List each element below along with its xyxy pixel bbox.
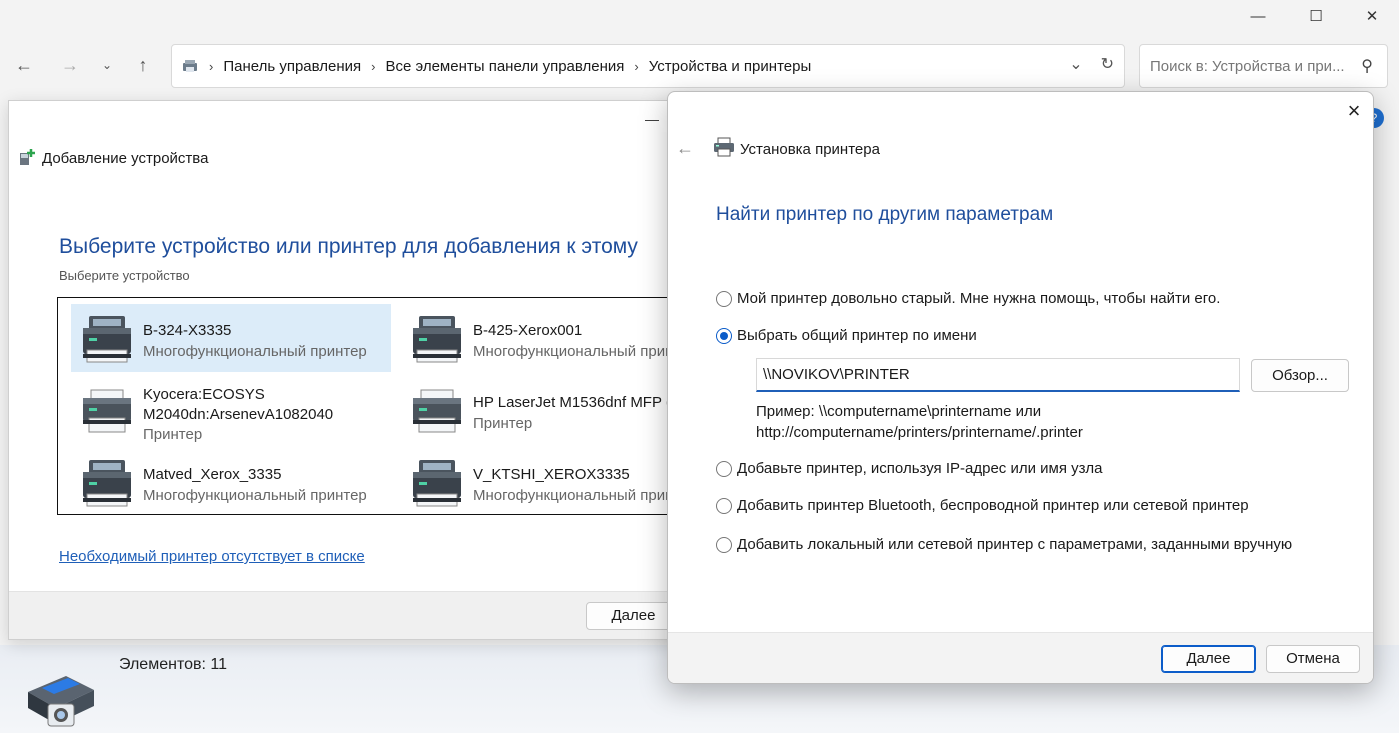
device-item[interactable]: B-425-Xerox001 Многофункциональный прин [401, 304, 687, 372]
option-old-printer[interactable]: Мой принтер довольно старый. Мне нужна п… [716, 290, 1220, 307]
device-type: Многофункциональный принтер [143, 487, 367, 504]
search-input[interactable]: Поиск в: Устройства и при... ⚲ [1139, 44, 1388, 88]
radio-button[interactable] [716, 460, 732, 477]
next-button[interactable]: Далее [1161, 645, 1256, 673]
minimize-icon[interactable]: — [1229, 0, 1287, 32]
device-type: Принтер [143, 426, 203, 443]
radio-button[interactable] [716, 536, 732, 553]
minimize-icon[interactable]: — [645, 111, 659, 127]
device-item[interactable]: HP LaserJet M1536dnf MFP (7 Принтер [401, 376, 687, 444]
device-name: Kyocera:ECOSYS [143, 386, 265, 403]
page-heading: Выберите устройство или принтер для доба… [59, 235, 638, 258]
device-list[interactable]: B-324-X3335 Многофункциональный принтер … [57, 297, 687, 516]
option-bluetooth-wireless[interactable]: Добавить принтер Bluetooth, беспроводной… [716, 497, 1249, 514]
example-line: http://computername/printers/printername… [756, 424, 1083, 441]
search-placeholder: Поиск в: Устройства и при... [1150, 57, 1345, 75]
example-text: Пример: \\computername\printername или h… [756, 401, 1083, 443]
option-label: Выбрать общий принтер по имени [737, 327, 977, 344]
dialog-footer: Далее Отмена [668, 632, 1373, 683]
dialog-footer: Далее [9, 591, 687, 639]
option-ip-address[interactable]: Добавьте принтер, используя IP-адрес или… [716, 460, 1102, 477]
refresh-icon[interactable]: ↻ [1101, 54, 1114, 74]
add-device-icon [19, 148, 37, 166]
up-arrow-icon[interactable]: ↑ [128, 50, 158, 80]
device-item[interactable]: V_KTSHI_XEROX3335 Многофункциональный пр… [401, 448, 687, 516]
breadcrumb-all-items[interactable]: Все элементы панели управления [386, 58, 625, 75]
back-arrow-icon[interactable]: ← [9, 50, 39, 80]
device-name: B-425-Xerox001 [473, 322, 583, 339]
device-name: V_KTSHI_XEROX3335 [473, 466, 630, 483]
dialog-title: Установка принтера [740, 141, 880, 158]
device-type: Многофункциональный принтер [143, 343, 367, 360]
device-item[interactable]: B-324-X3335 Многофункциональный принтер [71, 304, 391, 372]
radio-button[interactable] [716, 327, 732, 344]
device-name-line2: M2040dn:ArsenevA1082040 [143, 406, 334, 423]
option-label: Добавьте принтер, используя IP-адрес или… [737, 460, 1103, 477]
device-name: B-324-X3335 [143, 322, 232, 339]
mfp-printer-icon [409, 456, 465, 512]
printer-not-listed-link[interactable]: Необходимый принтер отсутствует в списке [59, 548, 365, 565]
breadcrumb-devices-printers[interactable]: Устройства и принтеры [649, 58, 811, 75]
device-type: Принтер [473, 415, 533, 432]
printer-icon [713, 136, 735, 158]
breadcrumb-separator-icon: › [634, 58, 639, 74]
dialog-title: Добавление устройства [42, 150, 209, 167]
printer-icon [79, 384, 135, 440]
control-panel-icon [181, 57, 199, 75]
browse-button[interactable]: Обзор... [1251, 359, 1349, 392]
add-device-dialog: — Добавление устройства Выберите устройс… [8, 100, 688, 640]
address-dropdown-chevron-icon[interactable]: ⌄ [1069, 54, 1082, 74]
device-type: Многофункциональный прин [473, 487, 674, 504]
option-manual-settings[interactable]: Добавить локальный или сетевой принтер с… [716, 536, 1292, 553]
close-icon[interactable]: × [1343, 100, 1365, 122]
device-item[interactable]: Kyocera:ECOSYS M2040dn:ArsenevA1082040 П… [71, 376, 391, 444]
option-shared-printer-by-name[interactable]: Выбрать общий принтер по имени [716, 327, 977, 344]
devices-printers-icon [22, 668, 98, 730]
mfp-printer-icon [409, 312, 465, 368]
device-item[interactable]: Matved_Xerox_3335 Многофункциональный пр… [71, 448, 391, 516]
device-name: Matved_Xerox_3335 [143, 466, 282, 483]
back-arrow-icon[interactable]: ← [676, 138, 694, 159]
items-count: Элементов: 11 [119, 656, 227, 673]
cancel-button[interactable]: Отмена [1266, 645, 1360, 673]
radio-button[interactable] [716, 290, 732, 307]
forward-arrow-icon[interactable]: → [55, 50, 85, 80]
page-subheading: Выберите устройство [59, 268, 190, 283]
device-type: Многофункциональный прин [473, 343, 674, 360]
example-line: Пример: \\computername\printername или [756, 403, 1042, 420]
page-heading: Найти принтер по другим параметрам [716, 204, 1054, 225]
breadcrumb-separator-icon: › [209, 58, 214, 74]
mfp-printer-icon [79, 312, 135, 368]
breadcrumb-separator-icon: › [371, 58, 376, 74]
option-label: Добавить принтер Bluetooth, беспроводной… [737, 497, 1249, 514]
recent-locations-chevron-icon[interactable]: ⌄ [92, 50, 122, 80]
mfp-printer-icon [79, 456, 135, 512]
radio-button[interactable] [716, 497, 732, 514]
maximize-icon[interactable]: ☐ [1287, 0, 1345, 32]
option-label: Мой принтер довольно старый. Мне нужна п… [737, 290, 1221, 307]
address-bar[interactable]: › Панель управления › Все элементы панел… [171, 44, 1125, 88]
search-icon[interactable]: ⚲ [1361, 56, 1373, 76]
close-window-icon[interactable]: ✕ [1343, 0, 1399, 32]
device-name: HP LaserJet M1536dnf MFP (7 [473, 394, 680, 411]
install-printer-dialog: × ← Установка принтера Найти принтер по … [667, 91, 1374, 684]
option-label: Добавить локальный или сетевой принтер с… [737, 536, 1293, 553]
printer-icon [409, 384, 465, 440]
shared-printer-name-field[interactable] [756, 358, 1240, 392]
breadcrumb-control-panel[interactable]: Панель управления [223, 58, 361, 75]
